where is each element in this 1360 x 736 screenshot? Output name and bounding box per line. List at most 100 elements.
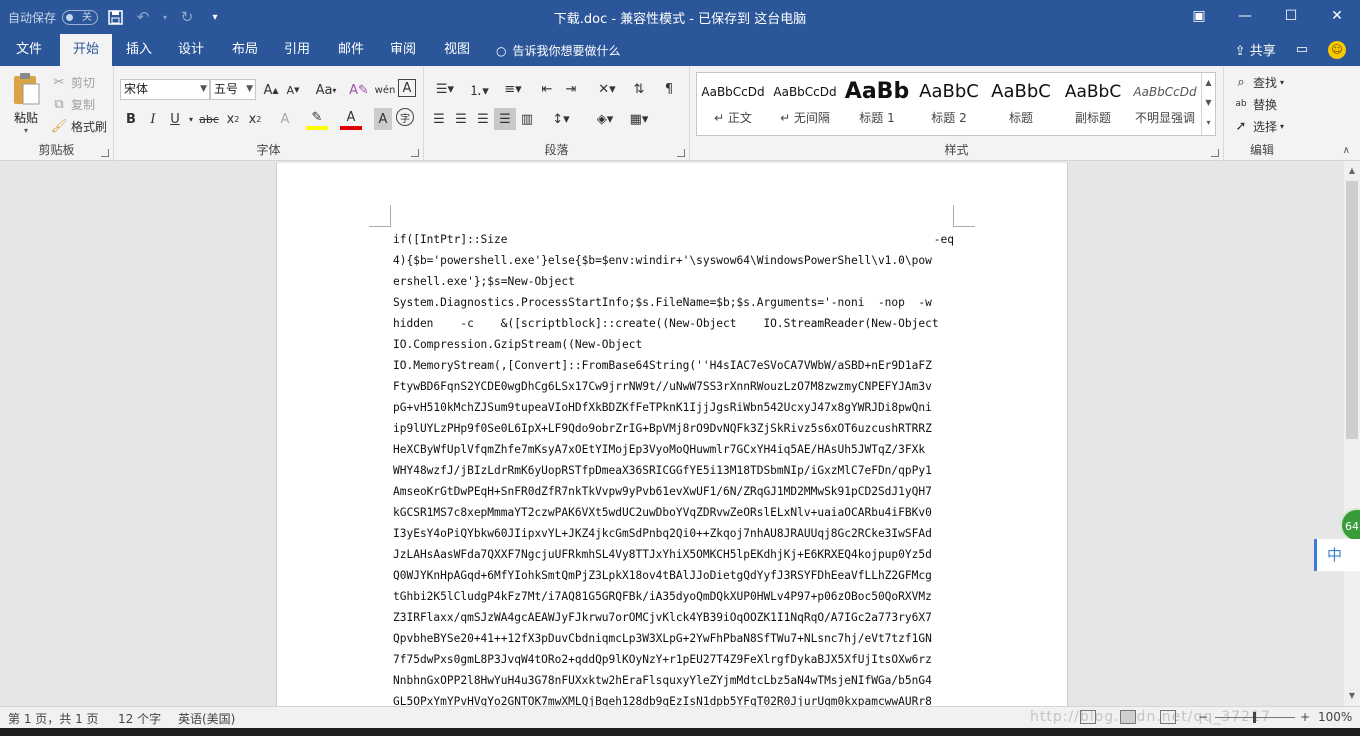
superscript-icon[interactable]: x2 [244, 108, 266, 130]
cut-button[interactable]: ✂ 剪切 [50, 72, 95, 92]
distributed-icon[interactable]: ▥ [516, 108, 538, 130]
replace-button[interactable]: ab 替换 [1232, 94, 1277, 114]
text-effects-icon[interactable]: A [274, 108, 296, 130]
sort-icon[interactable]: ⇅ [628, 78, 650, 100]
tab-right-actions: ⇪ 共享 ▭ ☺ [1235, 40, 1346, 59]
style-title[interactable]: AaBbC 标题 [985, 73, 1057, 135]
align-left-icon[interactable]: ☰ [428, 108, 450, 130]
clear-formatting-icon[interactable]: A✎ [348, 79, 370, 101]
read-mode-icon[interactable] [1080, 710, 1096, 724]
tab-file[interactable]: 文件 [6, 34, 52, 66]
shading-icon[interactable]: ◈▾ [590, 108, 620, 130]
style-no-spacing[interactable]: AaBbCcDd ↵ 无间隔 [769, 73, 841, 135]
phonetic-guide-icon[interactable]: wén [374, 79, 396, 101]
align-right-icon[interactable]: ☰ [472, 108, 494, 130]
page-count[interactable]: 第 1 页，共 1 页 [8, 710, 99, 727]
tab-review[interactable]: 审阅 [380, 34, 426, 66]
feedback-smiley-icon[interactable]: ☺ [1328, 40, 1346, 59]
shrink-font-icon[interactable]: A ▼ [282, 79, 304, 101]
chinese-layout-icon[interactable]: ✕▾ [592, 78, 622, 100]
font-launcher-icon[interactable] [411, 149, 419, 157]
align-center-icon[interactable]: ☰ [450, 108, 472, 130]
multilevel-list-icon[interactable]: ≡▾ [498, 78, 528, 100]
font-name-combo[interactable]: 宋体 ▼ [120, 79, 210, 100]
tab-design[interactable]: 设计 [168, 34, 214, 66]
tab-home[interactable]: 开始 [60, 34, 112, 66]
tab-references[interactable]: 引用 [274, 34, 320, 66]
zoom-slider-thumb[interactable] [1253, 712, 1256, 723]
style-normal[interactable]: AaBbCcDd ↵ 正文 [697, 73, 769, 135]
paste-dropdown-icon[interactable]: ▾ [8, 126, 44, 135]
font-color-icon[interactable]: A [340, 108, 362, 130]
web-layout-icon[interactable] [1160, 710, 1176, 724]
search-icon: ⌕ [1237, 74, 1245, 90]
highlight-color-icon[interactable]: ✎ [306, 108, 328, 130]
word-count[interactable]: 12 个字 [118, 710, 161, 727]
ime-indicator[interactable]: 中 [1314, 539, 1360, 571]
collapse-ribbon-icon[interactable]: ∧ [1343, 145, 1350, 156]
clipboard-launcher-icon[interactable] [101, 149, 109, 157]
style-preview: AaBbC [1064, 82, 1122, 102]
subscript-icon[interactable]: x2 [222, 108, 244, 130]
zoom-in-icon[interactable]: + [1300, 710, 1310, 724]
line-spacing-icon[interactable]: ↕▾ [546, 108, 576, 130]
enclose-characters-icon[interactable]: 字 [396, 108, 414, 126]
styles-launcher-icon[interactable] [1211, 149, 1219, 157]
bold-icon[interactable]: B [120, 108, 142, 130]
character-shading-icon[interactable]: A [374, 108, 392, 130]
ribbon-tabs: 文件 开始 插入 设计 布局 引用 邮件 审阅 视图 ○ 告诉我你想要做什么 ⇪… [0, 34, 1360, 66]
scroll-up-icon[interactable]: ▲ [1344, 163, 1360, 179]
increase-indent-icon[interactable]: ⇥ [560, 78, 582, 100]
scroll-down-icon[interactable]: ▼ [1344, 688, 1360, 704]
tab-mailings[interactable]: 邮件 [328, 34, 374, 66]
maximize-button[interactable]: ☐ [1268, 0, 1314, 32]
comments-icon[interactable]: ▭ [1296, 42, 1308, 57]
more-styles-icon[interactable]: ▾ [1202, 113, 1215, 133]
text-line: ip9lUYLzPHp9f0Se0L6IpX+LF9Qdo9obrZrIG+Bp… [393, 422, 932, 435]
copy-button[interactable]: ⧉ 复制 [50, 94, 95, 114]
find-button[interactable]: ⌕ 查找 ▾ [1232, 72, 1284, 92]
decrease-indent-icon[interactable]: ⇤ [536, 78, 558, 100]
character-border-icon[interactable]: A [398, 79, 416, 97]
print-layout-icon[interactable] [1120, 710, 1136, 724]
paragraph-launcher-icon[interactable] [677, 149, 685, 157]
tab-view[interactable]: 视图 [434, 34, 480, 66]
document-body[interactable]: if([IntPtr]::Size -eq 4){$b='powershell.… [393, 229, 954, 706]
format-painter-button[interactable]: 🖌 格式刷 [50, 116, 107, 136]
vertical-scrollbar[interactable]: ▲ ▼ [1344, 161, 1360, 706]
zoom-level[interactable]: 100% [1318, 710, 1352, 724]
styles-gallery: AaBbCcDd ↵ 正文 AaBbCcDd ↵ 无间隔 AaBb 标题 1 A… [696, 72, 1216, 136]
bullets-icon[interactable]: ☰▾ [430, 78, 460, 100]
show-marks-icon[interactable]: ¶ [658, 78, 680, 100]
tab-layout[interactable]: 布局 [222, 34, 268, 66]
document-page[interactable]: if([IntPtr]::Size -eq 4){$b='powershell.… [276, 163, 1068, 706]
chevron-down-icon[interactable]: ▼ [1202, 93, 1215, 113]
strikethrough-icon[interactable]: abc [198, 108, 220, 130]
clipboard-group-label: 剪贴板 [38, 143, 75, 157]
grow-font-icon[interactable]: A ▲ [260, 79, 282, 101]
italic-icon[interactable]: I [142, 108, 164, 130]
justify-icon[interactable]: ☰ [494, 108, 516, 130]
numbering-icon[interactable]: ⒈▾ [464, 78, 494, 100]
tell-me-box[interactable]: ○ 告诉我你想要做什么 [496, 42, 621, 59]
change-case-button[interactable]: Aa ▾ [310, 79, 342, 101]
paste-button[interactable]: 粘贴 ▾ [8, 72, 44, 135]
text-line: 4){$b='powershell.exe'}else{$b=$env:wind… [393, 254, 932, 267]
chevron-up-icon[interactable]: ▲ [1202, 73, 1215, 93]
share-button[interactable]: ⇪ 共享 [1235, 40, 1276, 59]
style-subtitle[interactable]: AaBbC 副标题 [1057, 73, 1129, 135]
status-bar: 第 1 页，共 1 页 12 个字 英语(美国) http://blog.csd… [0, 706, 1360, 728]
style-subtle-emphasis[interactable]: AaBbCcDd 不明显强调 [1129, 73, 1201, 135]
tab-insert[interactable]: 插入 [116, 34, 162, 66]
language-indicator[interactable]: 英语(美国) [178, 710, 235, 727]
zoom-out-icon[interactable]: − [1198, 710, 1208, 724]
ribbon-display-options-icon[interactable]: ▣ [1176, 0, 1222, 32]
scroll-thumb[interactable] [1346, 181, 1358, 439]
style-heading-1[interactable]: AaBb 标题 1 [841, 73, 913, 135]
style-heading-2[interactable]: AaBbC 标题 2 [913, 73, 985, 135]
borders-icon[interactable]: ▦▾ [624, 108, 654, 130]
select-button[interactable]: ➚ 选择 ▾ [1232, 116, 1284, 136]
close-button[interactable]: ✕ [1314, 0, 1360, 32]
minimize-button[interactable]: — [1222, 0, 1268, 32]
font-size-combo[interactable]: 五号 ▼ [210, 79, 256, 100]
